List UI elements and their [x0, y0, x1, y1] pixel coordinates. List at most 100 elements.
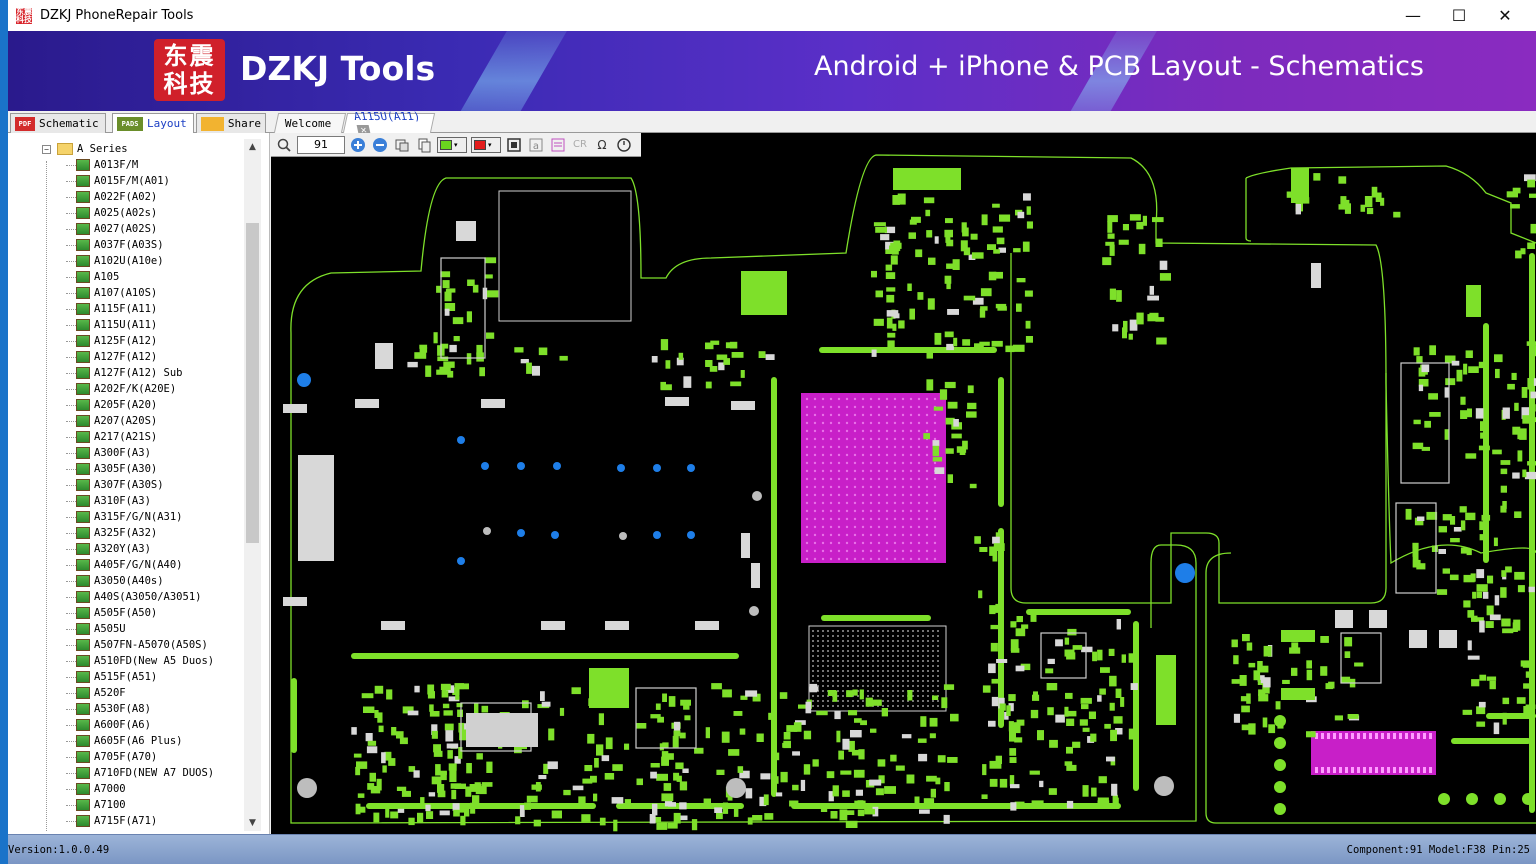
tree-item[interactable]: A307F(A30S)	[76, 477, 164, 493]
tree-item-label: A515F(A51)	[94, 671, 158, 683]
tree-item[interactable]: A115F(A11)	[76, 301, 157, 317]
pcb-board-icon	[76, 591, 90, 603]
copy-view-icon[interactable]	[415, 136, 433, 154]
zoom-out-icon[interactable]	[371, 136, 389, 154]
layers-icon[interactable]	[505, 136, 523, 154]
memory-ball	[842, 700, 844, 702]
tree-item[interactable]: A207(A20S)	[76, 413, 157, 429]
tree-item[interactable]: A7100	[76, 797, 126, 813]
tree-item[interactable]: A605F(A6 Plus)	[76, 733, 183, 749]
tree-item[interactable]: A107(A10S)	[76, 285, 157, 301]
tree-item[interactable]: A025(A02s)	[76, 205, 157, 221]
tree-item[interactable]: A015F/M(A01)	[76, 173, 170, 189]
tree-item[interactable]: A515F(A51)	[76, 669, 157, 685]
tree-item[interactable]: A710FD(NEW A7 DUOS)	[76, 765, 214, 781]
tree-item[interactable]: A600F(A6)	[76, 717, 151, 733]
via	[653, 531, 661, 539]
tree-item[interactable]: A505F(A50)	[76, 605, 157, 621]
tree-item[interactable]: A205F(A20)	[76, 397, 157, 413]
doc-tab-welcome[interactable]: Welcome	[273, 113, 347, 133]
scroll-down-icon[interactable]: ▼	[244, 815, 261, 831]
pad	[730, 381, 742, 387]
tree-item[interactable]: A115U(A11)	[76, 317, 157, 333]
pad	[1530, 391, 1536, 399]
tree-item[interactable]: A3050(A40s)	[76, 573, 164, 589]
memory-ball	[907, 665, 909, 667]
pad	[1335, 610, 1353, 628]
tree-item[interactable]: A520F	[76, 685, 126, 701]
minimize-button[interactable]: —	[1390, 0, 1436, 31]
tree-item[interactable]: A40S(A3050/A3051)	[76, 589, 201, 605]
tree-item[interactable]: A037F(A03S)	[76, 237, 164, 253]
pad	[852, 689, 858, 696]
text-icon[interactable]: a	[527, 136, 545, 154]
reset-icon[interactable]	[615, 136, 633, 154]
tree-item[interactable]: A325F(A32)	[76, 525, 157, 541]
pad	[1456, 369, 1463, 382]
close-button[interactable]: ✕	[1482, 0, 1528, 31]
cpu-ball	[877, 493, 881, 497]
tree-item[interactable]: A102U(A10e)	[76, 253, 164, 269]
tree-item[interactable]: A105	[76, 269, 119, 285]
tree-item[interactable]: A505U	[76, 621, 126, 637]
cr-button[interactable]: CR	[571, 136, 589, 154]
highlight-color-picker[interactable]: ▾	[471, 136, 501, 153]
list-icon[interactable]	[549, 136, 567, 154]
memory-ball	[877, 670, 879, 672]
tree-item[interactable]: A315F/G/N(A31)	[76, 509, 183, 525]
pad	[581, 814, 591, 822]
tree-item[interactable]: A027(A02S)	[76, 221, 157, 237]
pcb-board-drawing[interactable]	[271, 133, 1536, 834]
pad-color-picker[interactable]: ▾	[437, 136, 467, 153]
tree-item[interactable]: A510FD(New A5 Duos)	[76, 653, 214, 669]
tree-item[interactable]: A7000	[76, 781, 126, 797]
tree-item[interactable]: A507FN-A5070(A50S)	[76, 637, 208, 653]
cpu-ball	[885, 413, 889, 417]
via	[481, 462, 489, 470]
tree-item[interactable]: A715F(A71)	[76, 813, 157, 829]
tab-share[interactable]: Share	[196, 113, 266, 133]
memory-ball	[847, 680, 849, 682]
tree-scrollbar[interactable]: ▲ ▼	[244, 139, 261, 831]
search-icon[interactable]	[275, 136, 293, 154]
tree-item[interactable]: A127F(A12)	[76, 349, 157, 365]
doc-tab-a115u[interactable]: A115U(A11)✕	[342, 110, 436, 137]
pad	[449, 344, 457, 353]
fit-view-icon[interactable]	[393, 136, 411, 154]
pad	[1514, 511, 1522, 518]
tab-schematic[interactable]: PDF Schematic	[10, 113, 106, 133]
collapse-icon[interactable]: −	[42, 144, 51, 154]
tree-item[interactable]: A705F(A70)	[76, 749, 157, 765]
scroll-up-icon[interactable]: ▲	[244, 139, 261, 155]
maximize-button[interactable]: ☐	[1436, 0, 1482, 31]
pad	[440, 683, 451, 691]
tree-item[interactable]: A310F(A3)	[76, 493, 151, 509]
tree-item[interactable]: A217(A21S)	[76, 429, 157, 445]
memory-ball	[837, 705, 839, 707]
pad	[990, 642, 998, 652]
model-tree[interactable]: − A Series A013F/M A015F/M(A01) A022F(A02)…	[8, 139, 244, 831]
tree-item[interactable]: A530F(A8)	[76, 701, 151, 717]
zoom-in-icon[interactable]	[349, 136, 367, 154]
tree-item[interactable]: A405F/G/N(A40)	[76, 557, 183, 573]
tree-item[interactable]: A125F(A12)	[76, 333, 157, 349]
connector-pin	[1345, 733, 1348, 739]
pcb-layout-canvas[interactable]: 91 ▾ ▾ a CR Ω	[271, 133, 1536, 834]
pcb-board-icon	[76, 639, 90, 651]
tree-item[interactable]: A127F(A12) Sub	[76, 365, 183, 381]
zoom-input[interactable]: 91	[297, 135, 345, 154]
tree-item[interactable]: A013F/M	[76, 157, 138, 173]
scroll-thumb[interactable]	[246, 223, 259, 543]
tree-item[interactable]: A300F(A3)	[76, 445, 151, 461]
round-pad	[1274, 737, 1286, 749]
tab-layout[interactable]: PADS Layout	[112, 113, 194, 133]
tree-item-label: A3050(A40s)	[94, 575, 164, 587]
tree-item[interactable]: A022F(A02)	[76, 189, 157, 205]
tree-item[interactable]: A202F/K(A20E)	[76, 381, 176, 397]
tree-item[interactable]: A320Y(A3)	[76, 541, 151, 557]
ohm-icon[interactable]: Ω	[593, 136, 611, 154]
cpu-ball	[917, 493, 921, 497]
tree-folder-a-series[interactable]: − A Series	[42, 141, 128, 157]
cpu-ball	[877, 485, 881, 489]
tree-item[interactable]: A305F(A30)	[76, 461, 157, 477]
